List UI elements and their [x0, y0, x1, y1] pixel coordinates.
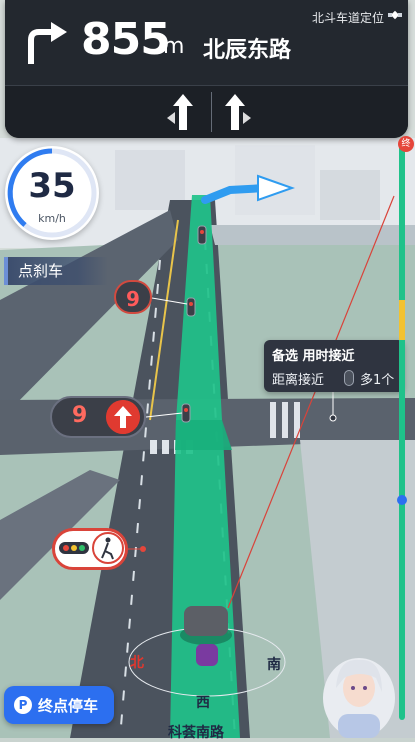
- guidance-panel[interactable]: 855 m 北辰东路 北斗车道定位: [5, 0, 408, 138]
- traffic-light-countdown: 9: [114, 280, 152, 314]
- lane-straight-left-icon: [167, 94, 193, 130]
- speed-unit: km/h: [38, 212, 66, 225]
- countdown-value: 9: [72, 403, 88, 428]
- current-street-name: 科荟南路: [168, 725, 224, 741]
- destination-parking-button[interactable]: P 终点停车: [4, 686, 114, 724]
- parking-button-label: 终点停车: [38, 697, 99, 715]
- lane-straight-right-icon: [225, 94, 251, 130]
- speed-value: 35: [28, 166, 76, 206]
- alt-route-title: 备选 用时接近: [272, 349, 355, 364]
- parking-icon: P: [14, 696, 32, 714]
- compass-west: 西: [196, 695, 210, 711]
- next-road-name: 北辰东路: [203, 38, 292, 63]
- lane-divider: [211, 92, 212, 132]
- alt-route-detail: 距离接近: [272, 373, 325, 388]
- destination-badge: 终: [398, 136, 414, 152]
- alternative-route-label[interactable]: 备选 用时接近 距离接近 多1个: [264, 340, 404, 392]
- compass-south: 南: [267, 657, 281, 673]
- turn-distance: 855: [81, 14, 171, 65]
- voice-assistant-avatar[interactable]: [316, 648, 402, 738]
- turn-right-icon: [28, 22, 67, 64]
- traffic-light-countdown-straight: 9: [50, 396, 146, 438]
- alt-route-extra: 多1个: [360, 373, 395, 388]
- traffic-light-sign-icon: [59, 532, 124, 564]
- brake-hint: 点刹车: [4, 257, 108, 285]
- distance-unit: m: [163, 34, 185, 59]
- route-progress-bar: [397, 140, 407, 720]
- traffic-light-icon: [344, 370, 354, 386]
- lane-guidance-bar: [5, 85, 408, 138]
- satellite-icon: [388, 10, 402, 20]
- positioning-status: 北斗车道定位: [311, 11, 384, 25]
- road-signs: [52, 528, 128, 570]
- straight-arrow-icon: [106, 400, 140, 434]
- compass-north: 北: [130, 655, 144, 671]
- speedometer: 35 km/h: [5, 146, 99, 240]
